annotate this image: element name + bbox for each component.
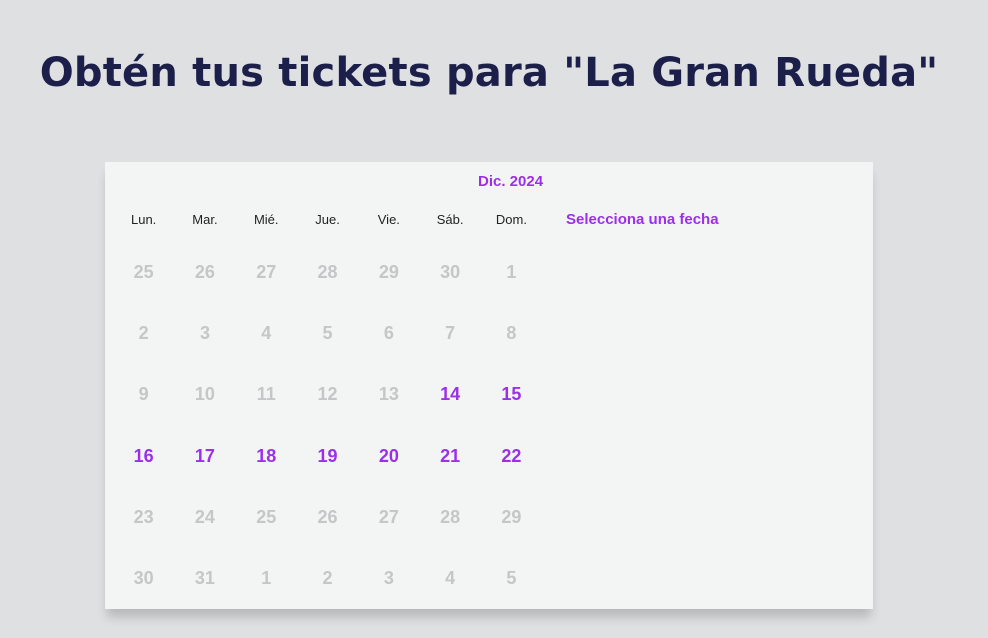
calendar-day-disabled: 26 [317, 506, 338, 527]
calendar-day-disabled: 1 [506, 262, 517, 283]
calendar-day-disabled: 26 [194, 262, 215, 283]
calendar-day-disabled: 4 [445, 568, 456, 589]
calendar-day-available[interactable]: 22 [481, 426, 542, 487]
calendar-day-disabled: 25 [256, 506, 277, 527]
calendar-day-disabled: 5 [506, 568, 517, 589]
calendar-card: Dic. 2024 Lun. Mar. Mié. Jue. Vie. Sáb. … [105, 162, 873, 609]
calendar-day-disabled: 12 [317, 384, 338, 405]
weekday-label: Dom. [495, 212, 527, 227]
calendar-day-disabled: 29 [501, 506, 522, 527]
weekday-label: Mar. [192, 212, 218, 227]
calendar-day-disabled: 2 [138, 323, 149, 344]
calendar-day-disabled: 27 [378, 506, 399, 527]
calendar-day-disabled: 27 [256, 262, 277, 283]
month-label: Dic. 2024 [478, 173, 544, 190]
calendar-day-disabled: 29 [378, 262, 399, 283]
select-date-hint: Selecciona una fecha [566, 211, 719, 228]
calendar-day-disabled: 6 [383, 323, 394, 344]
calendar-day-disabled: 2 [322, 568, 333, 589]
calendar-day-available[interactable]: 15 [481, 364, 542, 425]
calendar-day-available[interactable]: 17 [174, 426, 235, 487]
calendar-day-disabled: 1 [261, 568, 272, 589]
calendar-day-disabled: 25 [133, 262, 154, 283]
calendar-day-disabled: 31 [194, 568, 215, 589]
weekday-label: Vie. [377, 212, 400, 227]
calendar-day-disabled: 4 [261, 323, 272, 344]
calendar-day-disabled: 28 [440, 506, 461, 527]
calendar-day-grid: 25 26 27 28 29 30 1 2 3 4 5 6 7 8 9 10 11 12 13 14 15 16 17 18 1… [113, 242, 542, 609]
weekday-label: Lun. [130, 212, 157, 227]
page: Obtén tus tickets para "La Gran Rueda" D… [0, 0, 988, 638]
weekday-label: Jue. [315, 212, 340, 227]
calendar-day-disabled: 5 [322, 323, 333, 344]
calendar-day-disabled: 9 [138, 384, 149, 405]
calendar-day-disabled: 23 [133, 506, 154, 527]
calendar-day-disabled: 8 [506, 323, 517, 344]
calendar-day-available[interactable]: 19 [297, 426, 358, 487]
calendar-day-available[interactable]: 21 [419, 426, 480, 487]
calendar-day-disabled: 30 [440, 262, 461, 283]
calendar-day-disabled: 11 [256, 384, 276, 405]
calendar-day-disabled: 3 [199, 323, 210, 344]
calendar-day-disabled: 7 [445, 323, 456, 344]
calendar-day-disabled: 10 [194, 384, 215, 405]
weekday-label: Mié. [253, 212, 279, 227]
calendar-day-disabled: 13 [378, 384, 399, 405]
calendar-day-disabled: 3 [383, 568, 394, 589]
calendar-day-available[interactable]: 14 [419, 364, 480, 425]
calendar-day-disabled: 30 [133, 568, 154, 589]
calendar-day-disabled: 24 [194, 506, 215, 527]
page-title: Obtén tus tickets para "La Gran Rueda" [39, 50, 939, 96]
calendar-day-disabled: 28 [317, 262, 338, 283]
calendar-day-available[interactable]: 16 [113, 426, 174, 487]
weekday-header: Lun. Mar. Mié. Jue. Vie. Sáb. Dom. [113, 212, 542, 227]
weekday-label: Sáb. [436, 212, 464, 227]
calendar-day-available[interactable]: 18 [236, 426, 297, 487]
calendar-day-available[interactable]: 20 [358, 426, 419, 487]
